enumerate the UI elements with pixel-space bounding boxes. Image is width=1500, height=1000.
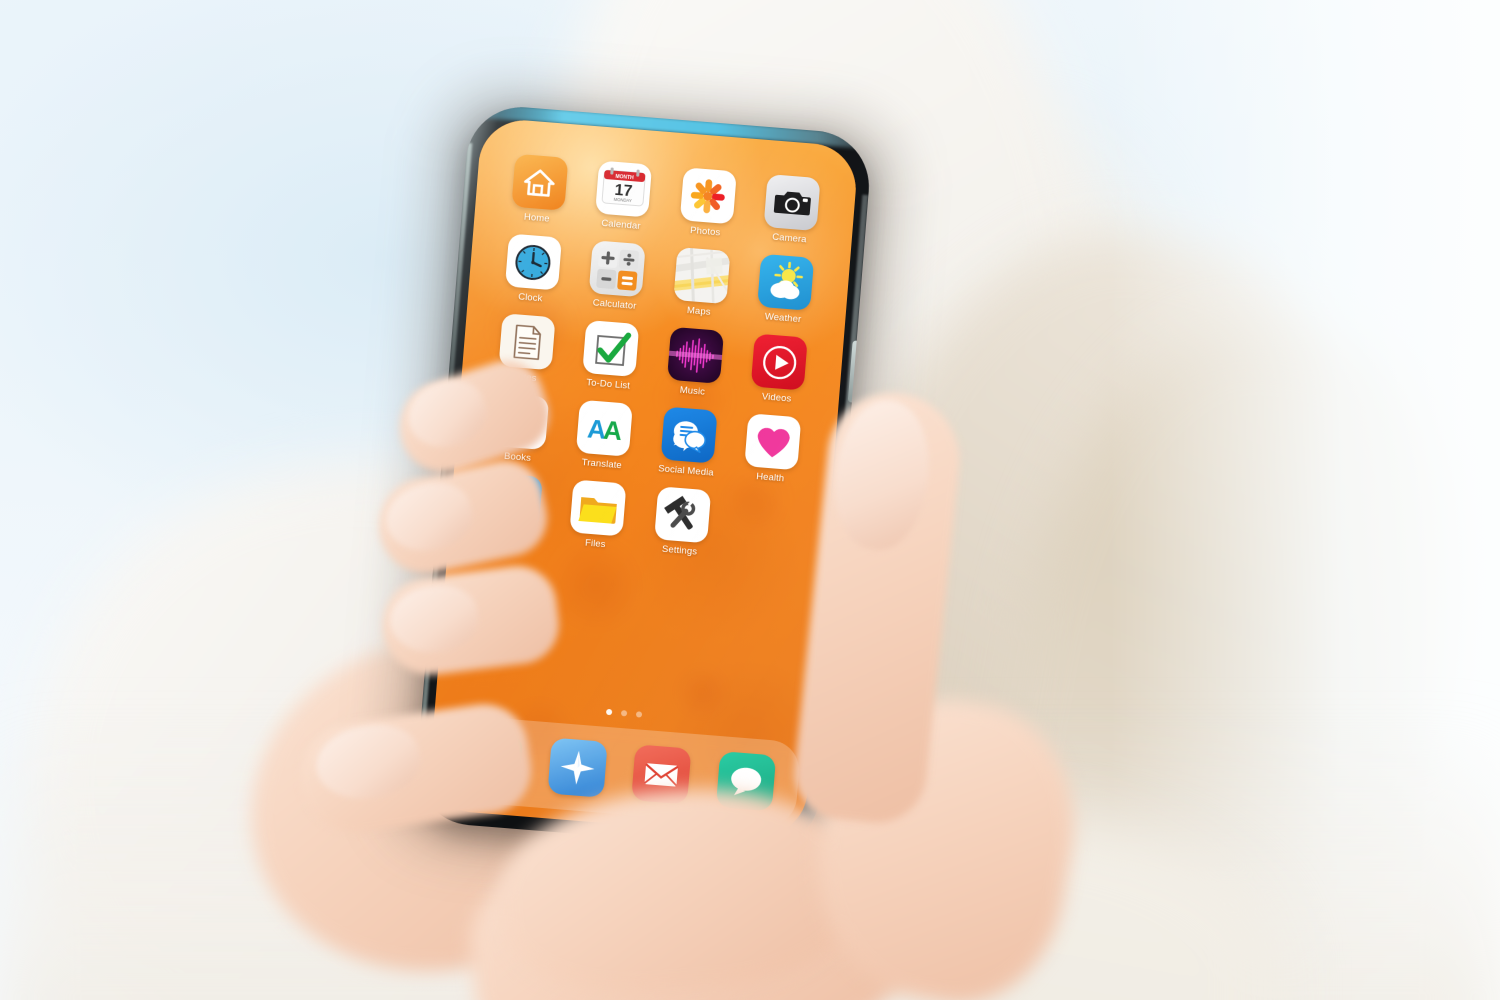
app-label: Health (755, 471, 785, 485)
app-music[interactable]: Music (652, 326, 738, 400)
app-label: Calculator (592, 297, 637, 312)
app-label: Translate (581, 457, 623, 472)
app-label: Camera (771, 231, 808, 246)
waveform-icon (666, 326, 724, 384)
page-dot[interactable] (635, 711, 643, 718)
app-label: Files (584, 537, 607, 551)
app-health[interactable]: Health (730, 412, 816, 486)
app-weather[interactable]: Weather (742, 253, 828, 327)
app-social-media[interactable]: Social Media (645, 405, 731, 479)
app-videos[interactable]: Videos (736, 332, 822, 406)
sun-cloud-icon (757, 253, 815, 311)
app-todo-list[interactable]: To-Do List (568, 319, 654, 393)
calculator-icon (588, 240, 646, 298)
calendar-icon: MONTH 17 MONDAY (595, 160, 653, 218)
page-dot-active[interactable] (605, 708, 613, 716)
app-calendar[interactable]: MONTH 17 MONDAY Calendar (580, 159, 666, 233)
app-home[interactable]: Home (496, 153, 582, 227)
app-label: Photos (689, 225, 721, 239)
app-clock[interactable]: Clock (490, 232, 576, 306)
app-camera[interactable]: Camera (749, 173, 835, 247)
camera-icon (763, 174, 821, 232)
app-label: Videos (761, 391, 792, 405)
app-maps[interactable]: Maps (658, 246, 744, 320)
app-label: To-Do List (585, 377, 631, 392)
chat-bubbles-icon (660, 406, 718, 464)
photo-scene: Home MONTH 17 MONDAY Calendar Photos Cam… (0, 0, 1500, 1000)
double-a-icon: A A (576, 399, 634, 457)
app-photos[interactable]: Photos (665, 166, 751, 240)
compass-icon[interactable] (547, 737, 608, 798)
checkmark-icon (582, 319, 640, 378)
app-calculator[interactable]: Calculator (574, 239, 660, 313)
app-label: Calendar (600, 217, 642, 232)
app-label: Maps (686, 305, 712, 318)
app-files[interactable]: Files (555, 478, 641, 552)
app-settings[interactable]: Settings (639, 485, 725, 559)
play-circle-icon (750, 333, 809, 391)
app-label: Clock (517, 291, 543, 305)
svg-text:A: A (602, 414, 623, 445)
app-label: Social Media (657, 463, 715, 479)
folder-icon (569, 479, 627, 537)
hammer-wrench-icon (653, 486, 711, 544)
map-icon (673, 247, 731, 305)
app-label: Music (679, 384, 706, 398)
heart-icon (744, 413, 802, 471)
house-icon (511, 153, 569, 211)
app-label: Home (523, 211, 551, 225)
page-dot[interactable] (620, 710, 628, 717)
clock-icon (504, 233, 562, 291)
flower-icon (679, 167, 737, 225)
app-translate[interactable]: A A Translate (561, 399, 647, 473)
app-label: Weather (764, 311, 802, 326)
